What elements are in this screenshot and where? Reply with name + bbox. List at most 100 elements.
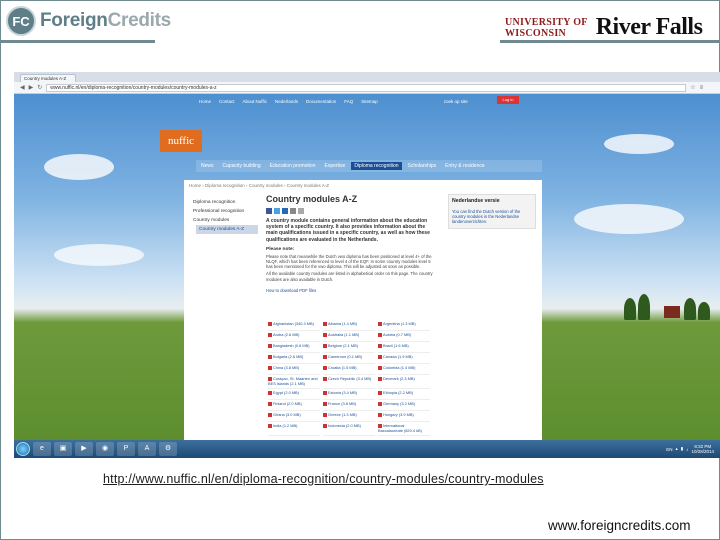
sidebar-item-country-modules-az[interactable]: Country modules A-Z [196, 225, 258, 234]
module-label: Curaçao, St. Maarten and BES islands (2.… [268, 376, 318, 386]
nav-entry-residence[interactable]: Entry & residence [442, 162, 487, 170]
pdf-icon [323, 377, 327, 381]
source-url[interactable]: http://www.nuffic.nl/en/diploma-recognit… [103, 472, 544, 486]
module-label: Bangladesh (0.8 MB) [273, 343, 310, 349]
language-indicator[interactable]: EN [666, 447, 672, 452]
nav-diploma-recognition[interactable]: Diploma recognition [351, 162, 402, 170]
back-icon[interactable]: ◀ [20, 84, 25, 91]
browser-tab[interactable]: Country modules A-Z [20, 74, 76, 82]
tray-arrow-icon[interactable]: ▴ [675, 446, 677, 452]
topnav-sitemap[interactable]: Sitemap [361, 99, 378, 104]
country-module-link[interactable]: Greece (1.3 MB) [323, 411, 375, 423]
menu-icon[interactable]: ≡ [700, 85, 704, 91]
main-nav: News Capacity building Education promoti… [196, 160, 542, 172]
country-module-link[interactable]: Curaçao, St. Maarten and BES islands (2.… [268, 375, 320, 390]
country-module-link[interactable]: Afghanistan (340.3 MB) [268, 320, 320, 331]
share-linkedin-icon[interactable] [282, 208, 288, 214]
country-module-link[interactable]: China (3.8 MB) [268, 364, 320, 375]
nav-scholarships[interactable]: Scholarships [405, 162, 440, 170]
country-module-link[interactable]: Egypt (2.0 MB) [268, 389, 320, 401]
nav-capacity-building[interactable]: Capacity building [220, 162, 264, 170]
misc-app-icon[interactable]: ⚙ [159, 442, 177, 456]
media-player-icon[interactable]: ▶ [75, 442, 93, 456]
country-module-link[interactable]: Indonesia (2.0 MB) [323, 422, 375, 437]
country-module-link[interactable]: Canada (1.9 MB) [378, 353, 430, 364]
country-module-link[interactable]: Estonia (3.4 MB) [323, 389, 375, 401]
chrome-icon[interactable]: ◉ [96, 442, 114, 456]
fc-word-accent: Credits [107, 10, 172, 31]
country-module-link[interactable]: Bangladesh (0.8 MB) [268, 342, 320, 353]
module-label: Estonia (3.4 MB) [328, 390, 357, 396]
share-icons [266, 208, 436, 214]
share-mail-icon[interactable] [290, 208, 296, 214]
address-bar: ◀ ▶ ↻ www.nuffic.nl/en/diploma-recogniti… [14, 82, 720, 94]
country-module-link[interactable]: Hungary (3.9 MB) [378, 411, 430, 423]
nav-expertise[interactable]: Expertise [321, 162, 348, 170]
pdf-icon [323, 391, 327, 396]
print-icon[interactable] [298, 208, 304, 214]
country-module-link[interactable]: Denmark (2.3 MB) [378, 375, 430, 390]
note-body-2: All the available country modules are li… [266, 271, 433, 282]
nav-news[interactable]: News [198, 162, 217, 170]
url-input[interactable]: www.nuffic.nl/en/diploma-recognition/cou… [46, 83, 687, 92]
module-label: Germany (3.2 MB) [383, 401, 415, 407]
breadcrumb[interactable]: Home › Diploma recognition › Country mod… [184, 180, 542, 191]
sidebar-item-professional[interactable]: Professional recognition [190, 207, 258, 216]
country-module-link[interactable]: Australia (1.1 MB) [323, 331, 375, 342]
module-label: Finland (2.0 MB) [273, 401, 302, 407]
country-module-link[interactable]: International Baccalaureate (820.4 kB) [378, 422, 430, 437]
country-module-link[interactable]: Finland (2.0 MB) [268, 400, 320, 412]
share-facebook-icon[interactable] [266, 208, 272, 214]
nav-education-promotion[interactable]: Education promotion [267, 162, 319, 170]
topnav-contact[interactable]: Contact [219, 99, 235, 104]
country-module-link[interactable]: Germany (3.2 MB) [378, 400, 430, 412]
country-module-link[interactable]: Czech Republic (3.4 MB) [323, 375, 375, 390]
topnav-nederlands[interactable]: Nederlands [275, 99, 298, 104]
topnav-about[interactable]: About Nuffic [243, 99, 267, 104]
country-module-link[interactable]: India (1.2 MB) [268, 422, 320, 437]
login-button[interactable]: Log in [497, 96, 519, 104]
country-module-link[interactable]: Colombia (1.4 MB) [378, 364, 430, 375]
network-icon[interactable]: ▮ [681, 446, 683, 452]
start-button[interactable] [16, 442, 30, 456]
ie-icon[interactable]: e [33, 442, 51, 456]
topnav-faq[interactable]: FAQ [344, 99, 353, 104]
country-module-link[interactable]: Argentina (1.3 MB) [378, 320, 430, 331]
forward-icon[interactable]: ▶ [29, 84, 34, 91]
topnav-home[interactable]: Home [199, 99, 211, 104]
cloud [54, 244, 144, 266]
country-module-link[interactable]: Cameroon (0.1 MB) [323, 353, 375, 364]
topnav-documentation[interactable]: Documentation [306, 99, 336, 104]
sidebar-item-country-modules[interactable]: Country modules [190, 216, 258, 225]
aside-link[interactable]: You can find the Dutch version of the co… [449, 207, 535, 228]
clock[interactable]: 8:32 PM 10/28/2014 [691, 444, 714, 454]
country-module-link[interactable]: Austria (0.7 MB) [378, 331, 430, 342]
star-icon[interactable]: ☆ [690, 84, 695, 91]
country-module-link[interactable]: France (3.8 MB) [323, 400, 375, 412]
country-module-link[interactable]: Bulgaria (2.6 MB) [268, 353, 320, 364]
cloud [574, 204, 684, 234]
clock-date: 10/28/2014 [691, 449, 714, 454]
country-module-link[interactable]: Belgium (2.1 MB) [323, 342, 375, 353]
nuffic-logo[interactable]: nuffic [160, 130, 202, 152]
share-twitter-icon[interactable] [274, 208, 280, 214]
pdf-icon [268, 366, 272, 370]
country-module-link[interactable]: Brazil (1.6 MB) [378, 342, 430, 353]
header-rule-left [0, 40, 155, 43]
site-search-input[interactable]: zoek op site [444, 99, 468, 104]
module-label: India (1.2 MB) [273, 423, 298, 429]
country-module-link[interactable]: Ghana (3.0 MB) [268, 411, 320, 423]
powerpoint-icon[interactable]: P [117, 442, 135, 456]
country-module-link[interactable]: Aruba (2.6 MB) [268, 331, 320, 342]
country-module-link[interactable]: Albania (1.4 MB) [323, 320, 375, 331]
acrobat-icon[interactable]: A [138, 442, 156, 456]
reload-icon[interactable]: ↻ [37, 84, 42, 91]
explorer-icon[interactable]: ▣ [54, 442, 72, 456]
volume-icon[interactable]: ♪ [686, 447, 688, 452]
browser-tabbar: Country modules A-Z [14, 72, 720, 82]
country-module-link[interactable]: Croatia (1.5 MB) [323, 364, 375, 375]
pdf-icon [323, 333, 327, 337]
sidebar-item-diploma[interactable]: Diploma recognition [190, 198, 258, 207]
howto-link[interactable]: How to download PDF files [266, 288, 436, 293]
country-module-link[interactable]: Ethiopia (2.2 MB) [378, 389, 430, 401]
